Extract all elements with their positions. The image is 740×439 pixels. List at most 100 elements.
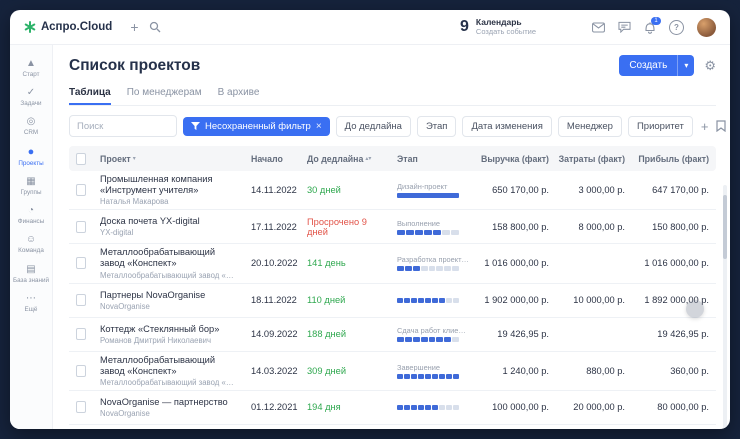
filter-button-manager[interactable]: Менеджер — [558, 116, 622, 137]
sidebar-item-knowledge[interactable]: ▤База знаний — [11, 261, 51, 288]
stage-segment — [439, 405, 445, 410]
col-deadline[interactable]: До дедлайна▴▾ — [300, 154, 390, 164]
topbar: Аспро.Cloud + 9 Календарь Создать событи… — [10, 10, 730, 45]
table-row[interactable]: Партнеры NovaOrganiseNovaOrganise18.11.2… — [69, 284, 716, 318]
project-name[interactable]: Партнеры NovaOrganise — [100, 290, 237, 301]
more-icon: ⋯ — [26, 294, 36, 304]
filter-button-priority[interactable]: Приоритет — [628, 116, 693, 137]
sort-icon: ▴▾ — [365, 156, 371, 162]
sidebar-item-start[interactable]: ▲Старт — [11, 55, 51, 82]
table-row[interactable]: Доска почета YX-digitalYX-digital17.11.2… — [69, 210, 716, 244]
add-filter-button[interactable]: + — [699, 120, 711, 133]
scrollbar-thumb[interactable] — [723, 195, 727, 259]
project-name[interactable]: NovaOrganise — партнерство — [100, 397, 237, 408]
table-row[interactable]: Промышленная компания «Инструмент учител… — [69, 171, 716, 210]
col-costs[interactable]: Затраты (факт) — [556, 154, 632, 164]
tab-archive[interactable]: В архиве — [218, 83, 260, 105]
filter-button-stage[interactable]: Этап — [417, 116, 457, 137]
select-all-checkbox[interactable] — [76, 153, 86, 165]
bookmark-icon[interactable] — [716, 120, 726, 132]
unsaved-filter-chip[interactable]: Несохраненный фильтр × — [183, 117, 330, 136]
quick-add-button[interactable]: + — [130, 20, 138, 34]
filter-button-change-date[interactable]: Дата изменения — [462, 116, 551, 137]
row-checkbox[interactable] — [76, 294, 86, 306]
table-row[interactable]: Коттедж «Стеклянный бор»Романов Дмитрий … — [69, 318, 716, 352]
search-input[interactable] — [69, 115, 177, 137]
deadline-value: 141 день — [300, 258, 390, 268]
chat-icon[interactable] — [618, 21, 631, 33]
row-checkbox[interactable] — [76, 328, 86, 340]
chevron-down-icon[interactable]: ▾ — [677, 55, 694, 76]
sidebar-item-crm[interactable]: ◎CRM — [11, 113, 51, 140]
mail-icon[interactable] — [592, 22, 605, 33]
row-checkbox[interactable] — [76, 365, 86, 377]
revenue-value: 19 426,95 р. — [476, 329, 556, 339]
stage-segment — [411, 374, 417, 379]
project-name[interactable]: Металлообрабатывающий завод «Конспект» — [100, 247, 237, 269]
stage-segment — [452, 266, 459, 271]
stage-segment — [446, 298, 452, 303]
close-icon[interactable]: × — [316, 121, 322, 132]
col-project[interactable]: Проект▾ — [93, 154, 244, 164]
stage-segment — [429, 266, 436, 271]
sidebar-item-projects[interactable]: ●Проекты — [11, 143, 51, 171]
table-row[interactable]: Металлообрабатывающий завод «Конспект»Ме… — [69, 244, 716, 283]
notifications-bell-icon[interactable]: 1 — [644, 21, 656, 34]
revenue-value: 1 016 000,00 р. — [476, 258, 556, 268]
sidebar-item-groups[interactable]: ▦Группы — [11, 173, 51, 200]
project-name[interactable]: Доска почета YX-digital — [100, 216, 237, 227]
start-date: 14.11.2022 — [244, 185, 300, 195]
col-profit[interactable]: Прибыль (факт) — [632, 154, 716, 164]
filter-button-deadline[interactable]: До дедлайна — [336, 116, 411, 137]
page-settings-gear-icon[interactable]: ⚙ — [704, 59, 716, 72]
row-checkbox[interactable] — [76, 257, 86, 269]
row-checkbox[interactable] — [76, 401, 86, 413]
stage-progress-bar — [397, 337, 459, 342]
search-icon[interactable] — [149, 21, 161, 33]
help-icon[interactable]: ? — [669, 20, 684, 35]
funnel-icon — [191, 122, 200, 131]
sidebar-item-label: Ещё — [25, 306, 38, 313]
create-button[interactable]: Создать ▾ — [619, 55, 694, 76]
row-checkbox[interactable] — [76, 221, 86, 233]
costs-value: 3 000,00 р. — [556, 185, 632, 195]
stage-segment — [444, 266, 451, 271]
start-date: 20.10.2022 — [244, 258, 300, 268]
sidebar-item-label: Задачи — [20, 100, 41, 107]
floating-scroll-widget[interactable] — [686, 300, 704, 318]
table-row[interactable]: ХМАО- Сургут01.12.2022Просрочено 7 днейТ… — [69, 425, 716, 429]
tasks-icon: ✓ — [27, 88, 35, 98]
calendar-create-event[interactable]: Создать событие — [476, 28, 536, 37]
sidebar-item-more[interactable]: ⋯ Ещё — [11, 290, 51, 317]
col-start[interactable]: Начало — [244, 154, 300, 164]
filter-bar: Несохраненный фильтр × До дедлайна ЭтапДа… — [69, 115, 716, 137]
project-subtitle: NovaOrganise — [100, 409, 237, 418]
sidebar-item-finance[interactable]: ◔Финансы — [11, 202, 51, 229]
project-name[interactable]: Коттедж «Стеклянный бор» — [100, 324, 237, 335]
stage-segment — [411, 405, 417, 410]
app-logo[interactable]: Аспро.Cloud — [24, 21, 112, 33]
notification-badge: 1 — [651, 17, 661, 25]
tab-table[interactable]: Таблица — [69, 83, 111, 105]
col-stage[interactable]: Этап — [390, 154, 476, 164]
col-revenue[interactable]: Выручка (факт) — [476, 154, 556, 164]
device-frame: Аспро.Cloud + 9 Календарь Создать событи… — [0, 0, 740, 439]
filter-chip-label: Несохраненный фильтр — [205, 121, 311, 132]
revenue-value: 158 800,00 р. — [476, 222, 556, 232]
row-checkbox[interactable] — [76, 184, 86, 196]
user-avatar[interactable] — [697, 18, 716, 37]
tabs: Таблица По менеджерам В архиве — [69, 83, 716, 106]
stage-label: Разработка проекта 1 этап — [397, 255, 469, 264]
stage-label: Дизайн-проект — [397, 182, 469, 191]
revenue-value: 1 240,00 р. — [476, 366, 556, 376]
stage-segment — [439, 298, 445, 303]
project-name[interactable]: Промышленная компания «Инструмент учител… — [100, 174, 237, 196]
sidebar-item-tasks[interactable]: ✓ Задачи — [11, 84, 51, 111]
table-row[interactable]: NovaOrganise — партнерствоNovaOrganise01… — [69, 391, 716, 425]
page-header: Список проектов Создать ▾ ⚙ — [69, 55, 716, 76]
table-row[interactable]: Металлообрабатывающий завод «Конспект»Ме… — [69, 352, 716, 391]
calendar-widget[interactable]: 9 Календарь Создать событие — [460, 18, 536, 36]
tab-by-managers[interactable]: По менеджерам — [127, 83, 202, 105]
project-name[interactable]: Металлообрабатывающий завод «Конспект» — [100, 355, 237, 377]
sidebar-item-team[interactable]: ☺Команда — [11, 231, 51, 258]
